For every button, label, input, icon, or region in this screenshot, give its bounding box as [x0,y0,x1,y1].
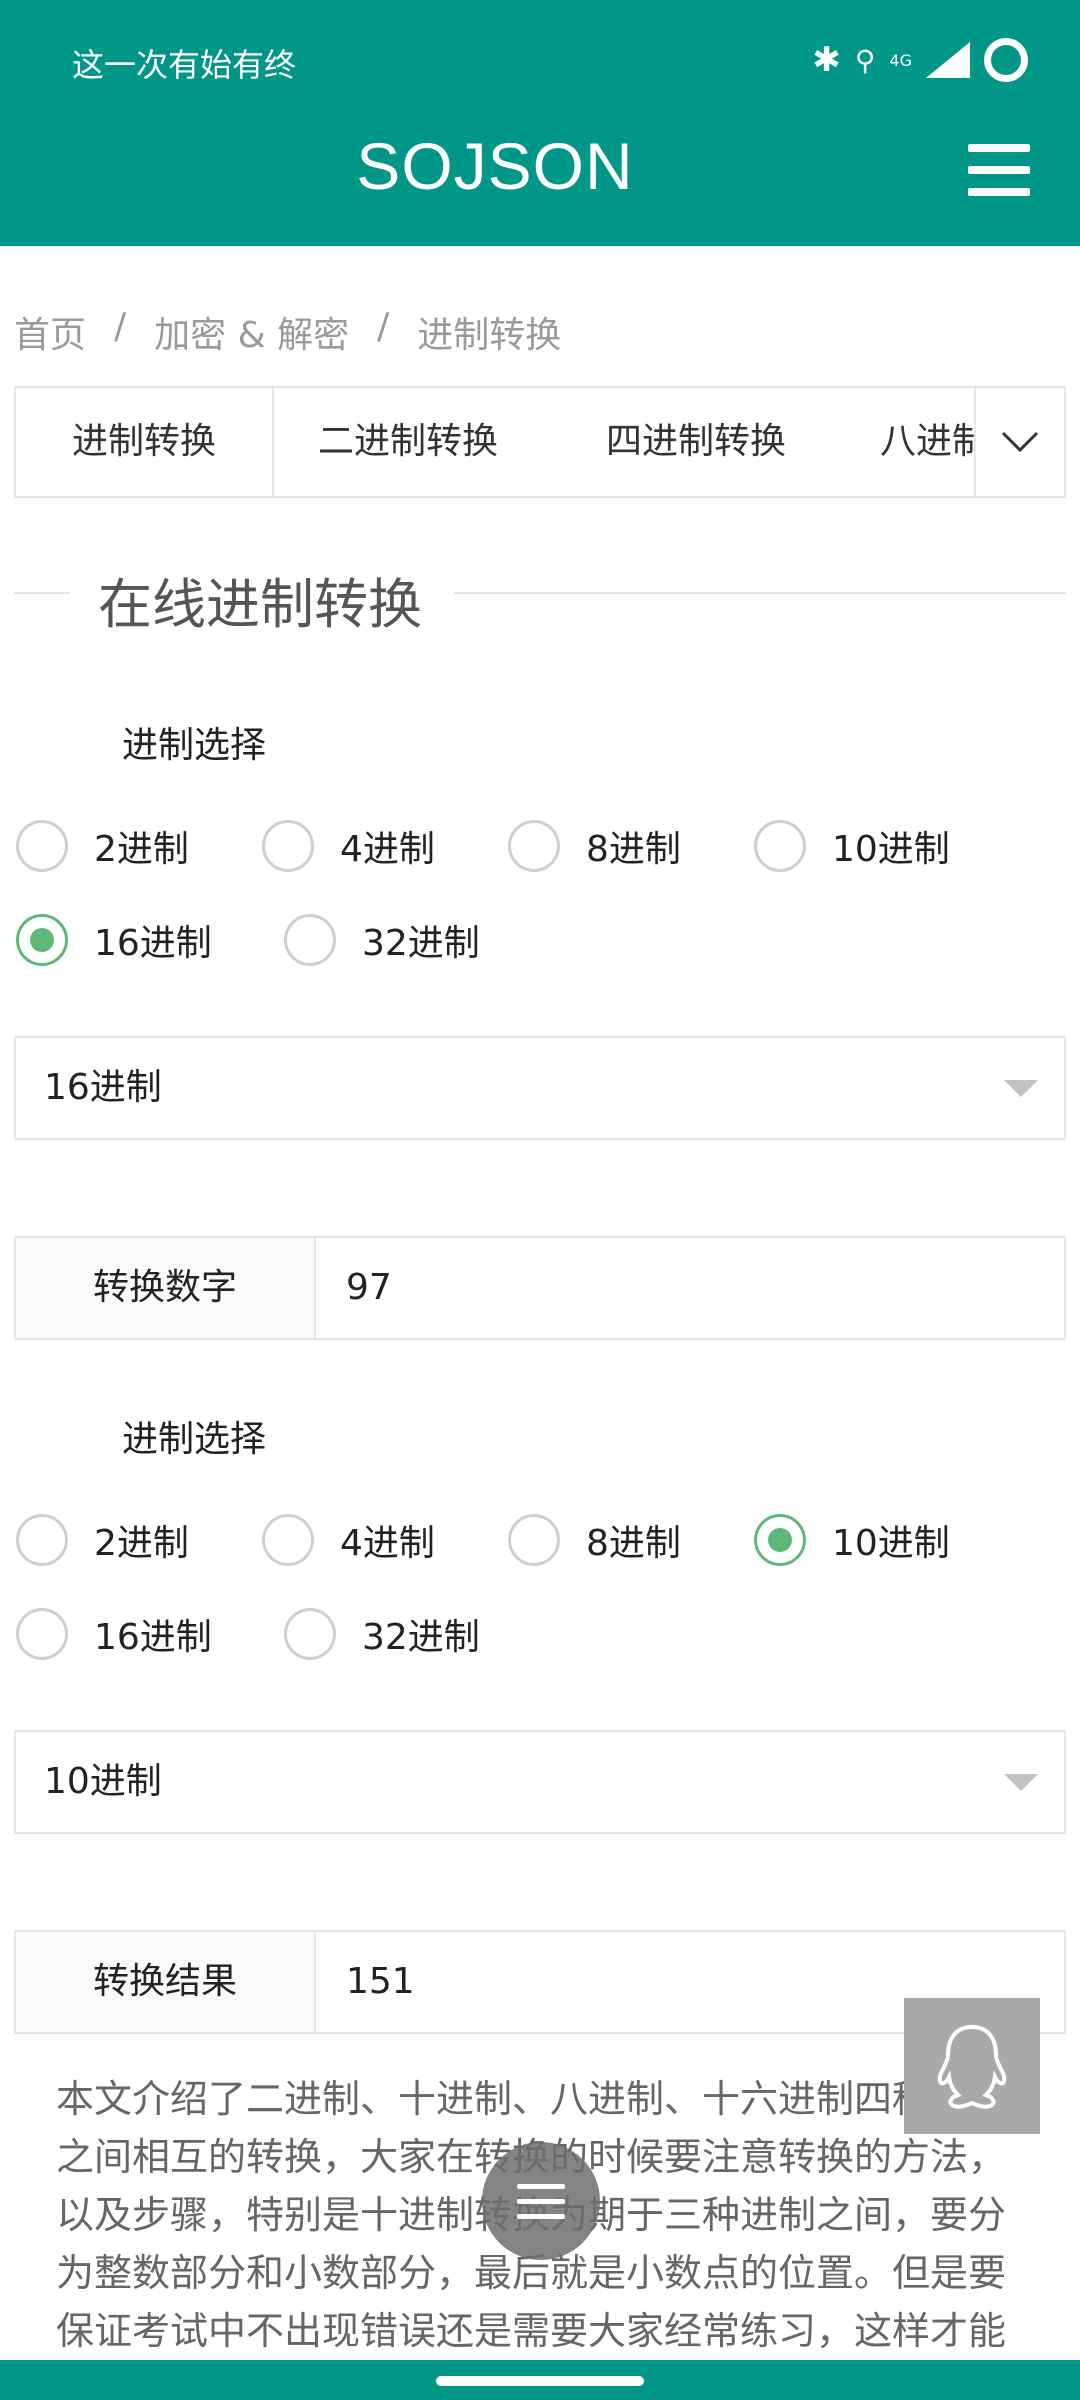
radio-circle [16,1608,68,1660]
tab-quaternary-convert[interactable]: 四进制转换 [544,388,786,496]
radio-label: 4进制 [340,1523,435,1564]
bluetooth-icon: ✱ [812,40,841,80]
select-value: 16进制 [44,1067,162,1108]
input-number-field[interactable]: 97 [346,1238,392,1338]
radio-label: 10进制 [832,829,950,870]
chevron-down-icon [1001,431,1039,453]
radio-label: 10进制 [832,1523,950,1564]
to-base-label: 进制选择 [122,1419,267,1460]
from-base-select[interactable]: 16进制 [14,1036,1066,1140]
breadcrumb-separator: / [377,306,390,347]
divider-line [454,592,1066,594]
result-label: 转换结果 [16,1932,316,2032]
section-title: 在线进制转换 [98,573,422,636]
status-text: 这一次有始有终 [72,46,297,84]
to-radio-base-8[interactable]: 8进制 [508,1514,681,1566]
to-radio-base-32[interactable]: 32进制 [284,1608,480,1660]
radio-label: 2进制 [94,1523,189,1564]
from-radio-base-16[interactable]: 16进制 [16,914,212,966]
tab-bar: 进制转换 二进制转换 四进制转换 八进制 [14,386,1066,498]
breadcrumb-current: 进制转换 [417,315,562,356]
floating-menu-button[interactable] [482,2142,600,2260]
radio-circle [284,914,336,966]
to-radio-base-4[interactable]: 4进制 [262,1514,435,1566]
section-header: 在线进制转换 [14,556,1066,636]
breadcrumb-crypto[interactable]: 加密 & 解密 [154,306,349,358]
radio-circle [262,1514,314,1566]
radio-circle [754,1514,806,1566]
radio-circle [284,1608,336,1660]
from-radio-base-10[interactable]: 10进制 [754,820,950,872]
radio-label: 32进制 [362,1617,480,1658]
radio-circle [16,914,68,966]
radio-circle [754,820,806,872]
hamburger-menu-icon[interactable] [968,144,1030,202]
radio-label: 32进制 [362,923,480,964]
radio-label: 2进制 [94,829,189,870]
caret-down-icon [1004,1080,1038,1097]
from-radio-base-2[interactable]: 2进制 [16,820,189,872]
from-radio-base-8[interactable]: 8进制 [508,820,681,872]
app-header: 这一次有始有终 ✱ ⚲ 4G SOJSON [0,0,1080,246]
result-field[interactable]: 151 [346,1932,415,2032]
select-value: 10进制 [44,1761,162,1802]
input-number-group: 转换数字 97 [14,1236,1066,1340]
radio-label: 16进制 [94,923,212,964]
to-radio-base-16[interactable]: 16进制 [16,1608,212,1660]
caret-down-icon [1004,1774,1038,1791]
battery-ring-icon [984,38,1028,82]
signal-icon [926,42,970,78]
divider-line [14,592,70,594]
radio-label: 4进制 [340,829,435,870]
status-icons: ✱ ⚲ 4G [812,38,1028,82]
from-base-label: 进制选择 [122,725,267,766]
radio-label: 8进制 [586,1523,681,1564]
tab-more-dropdown[interactable] [974,388,1064,496]
radio-circle [16,1514,68,1566]
from-radio-base-4[interactable]: 4进制 [262,820,435,872]
to-radio-base-2[interactable]: 2进制 [16,1514,189,1566]
from-radio-base-32[interactable]: 32进制 [284,914,480,966]
radio-circle [508,820,560,872]
qq-contact-button[interactable] [904,1998,1040,2134]
radio-circle [16,820,68,872]
tab-base-convert[interactable]: 进制转换 [16,388,274,496]
breadcrumb: 首页 / 加密 & 解密 / 进制转换 [14,306,561,358]
network-label: 4G [889,50,912,70]
to-radio-base-10[interactable]: 10进制 [754,1514,950,1566]
breadcrumb-separator: / [114,306,127,347]
brand-title[interactable]: SOJSON [0,128,990,204]
tab-binary-convert[interactable]: 二进制转换 [274,388,498,496]
radio-label: 16进制 [94,1617,212,1658]
radio-circle [262,820,314,872]
qq-penguin-icon [937,2024,1007,2109]
breadcrumb-home[interactable]: 首页 [14,306,86,358]
to-base-select[interactable]: 10进制 [14,1730,1066,1834]
home-indicator[interactable] [436,2376,644,2386]
radio-label: 8进制 [586,829,681,870]
input-number-label: 转换数字 [16,1238,316,1338]
status-bar: 这一次有始有终 ✱ ⚲ 4G [0,0,1080,110]
radio-circle [508,1514,560,1566]
sim-icon: ⚲ [854,43,876,77]
tab-octal-convert[interactable]: 八进制 [834,388,988,496]
